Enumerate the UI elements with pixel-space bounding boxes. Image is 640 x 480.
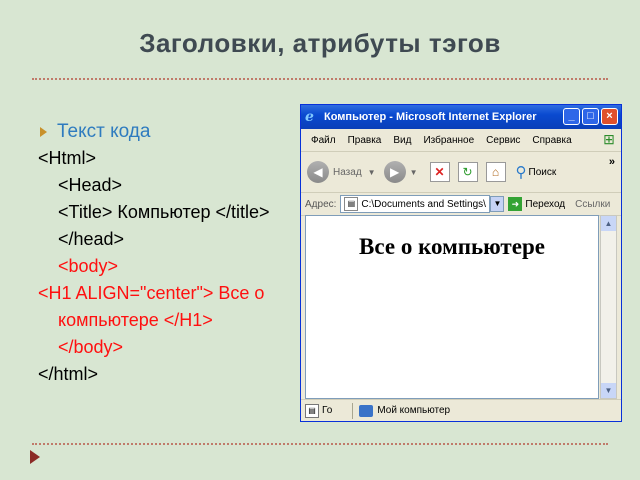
search-button-label[interactable]: Поиск (529, 167, 557, 178)
code-line-html-close: </html> (38, 364, 99, 384)
code-line-title: <Title> Компьютер </title> (58, 202, 270, 222)
toolbar: ◀ Назад ▼ ▶ ▼ ✕ ↻ ⌂ ⚲ Поиск » (301, 152, 621, 193)
menu-help[interactable]: Справка (532, 135, 571, 146)
code-line-head-open: <Head> (58, 175, 123, 195)
toolbar-more-icon[interactable]: » (609, 156, 615, 168)
top-divider (32, 78, 608, 80)
status-page-icon: ▤ (305, 403, 319, 418)
close-button[interactable]: × (601, 108, 618, 125)
bullet-icon (40, 126, 47, 137)
nav-arrow-icon[interactable] (30, 450, 40, 464)
home-icon[interactable]: ⌂ (485, 162, 506, 182)
my-computer-icon (359, 404, 374, 417)
address-dropdown-icon[interactable]: ▼ (490, 196, 505, 212)
browser-window: e Компьютер - Microsoft Internet Explore… (300, 104, 622, 422)
address-label: Адрес: (305, 198, 337, 210)
status-text: Го (322, 405, 333, 416)
search-icon[interactable]: ⚲ (516, 163, 527, 181)
scroll-down-icon[interactable]: ▼ (601, 383, 616, 398)
forward-dropdown-icon[interactable]: ▼ (410, 168, 418, 177)
back-dropdown-icon[interactable]: ▼ (368, 168, 376, 177)
menu-edit[interactable]: Правка (348, 135, 382, 146)
scroll-up-icon[interactable]: ▲ (601, 216, 616, 231)
stop-icon[interactable]: ✕ (429, 162, 450, 182)
code-line-h1: <H1 ALIGN="center"> Все о компьютере </H… (38, 283, 270, 330)
menu-view[interactable]: Вид (393, 135, 411, 146)
page-icon: ▤ (344, 197, 359, 211)
forward-arrow-icon[interactable]: ▶ (383, 161, 406, 183)
maximize-button[interactable]: □ (582, 108, 599, 125)
address-bar: Адрес: ▤ C:\Documents and Settings\ ▼ ➜ … (301, 193, 621, 216)
page-content: Все о компьютере (305, 215, 599, 399)
ie-logo-icon: e (305, 108, 314, 125)
bullet-heading-row: Текст кода (38, 118, 318, 145)
go-button-label[interactable]: Переход (525, 199, 565, 210)
bullet-heading: Текст кода (57, 121, 151, 142)
zone-text: Мой компьютер (377, 405, 451, 416)
links-label[interactable]: Ссылки (575, 199, 610, 210)
slide-title: Заголовки, атрибуты тэгов (139, 28, 501, 58)
code-listing: Текст кода <Html> <Head> <Title> Компьют… (38, 118, 318, 388)
minimize-button[interactable]: _ (563, 108, 580, 125)
code-line-body-close: </body> (58, 337, 124, 357)
back-button-label[interactable]: Назад (333, 167, 362, 178)
code-line-html-open: <Html> (38, 148, 97, 168)
menu-tools[interactable]: Сервис (486, 135, 520, 146)
menu-file[interactable]: Файл (311, 135, 336, 146)
menu-bar: Файл Правка Вид Избранное Сервис Справка… (301, 129, 621, 152)
menu-favorites[interactable]: Избранное (423, 135, 474, 146)
window-titlebar[interactable]: e Компьютер - Microsoft Internet Explore… (301, 105, 621, 129)
vertical-scrollbar[interactable]: ▲ ▼ (600, 215, 617, 399)
status-separator (352, 402, 354, 419)
code-line-head-close: </head> (58, 229, 125, 249)
go-arrow-icon[interactable]: ➜ (508, 197, 523, 211)
windows-flag-icon: ⊞ (603, 131, 615, 147)
address-input[interactable]: ▤ C:\Documents and Settings\ (340, 195, 491, 213)
address-value: C:\Documents and Settings\ (361, 198, 486, 210)
refresh-icon[interactable]: ↻ (457, 162, 478, 182)
bottom-divider (32, 443, 608, 445)
status-bar: ▤ Го Мой компьютер (301, 399, 621, 421)
window-title: Компьютер - Microsoft Internet Explorer (324, 111, 537, 123)
back-arrow-icon[interactable]: ◀ (307, 161, 329, 183)
code-line-body-open: <body> (58, 256, 119, 276)
page-heading: Все о компьютере (359, 234, 545, 259)
